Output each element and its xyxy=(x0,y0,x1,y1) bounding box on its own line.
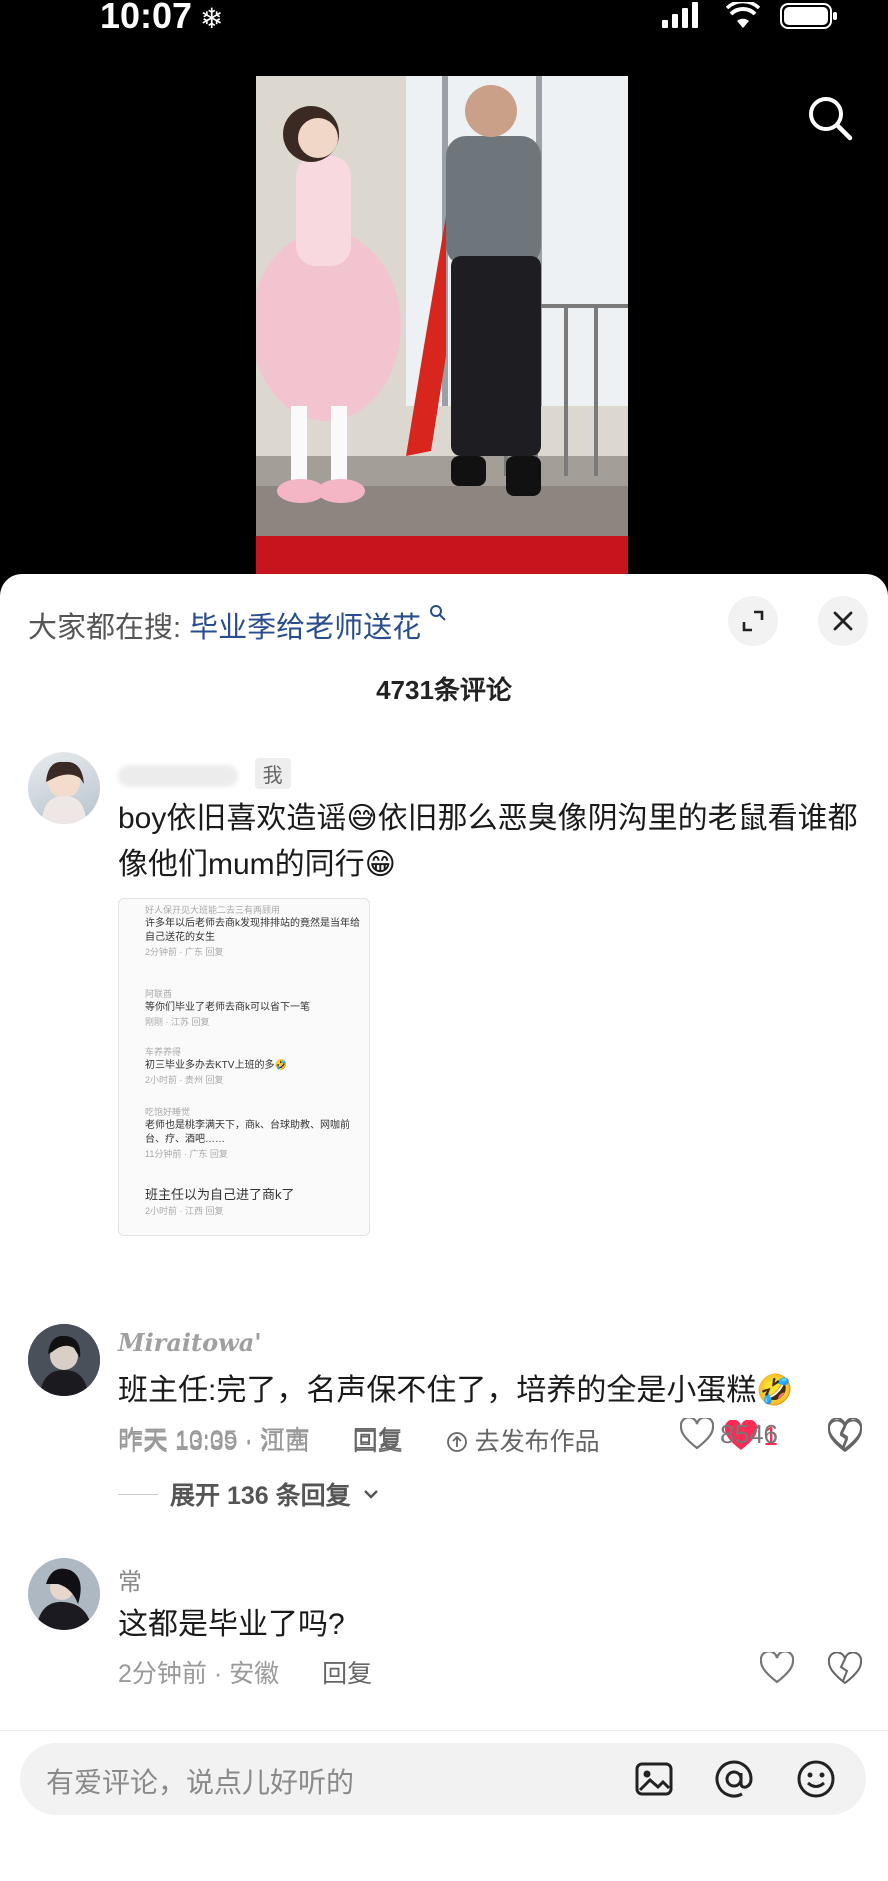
like-count: 8546 xyxy=(720,1418,778,1449)
comment-username[interactable]: Miraitowa' xyxy=(118,1328,262,1357)
comment-text[interactable]: 这都是毕业了吗? xyxy=(118,1602,858,1648)
comment-time-location: 昨天 10:05 · 河南 xyxy=(118,1426,310,1454)
comment-meta: 昨天 10:05 · 河南 回复 xyxy=(118,1420,403,1456)
reply-button[interactable]: 回复 xyxy=(353,1426,403,1454)
small-search-icon xyxy=(430,605,446,621)
close-icon xyxy=(833,611,853,631)
broken-heart-icon[interactable] xyxy=(828,1652,862,1686)
snowflake-icon: ❄ xyxy=(200,3,224,34)
chevron-down-icon xyxy=(363,1490,378,1499)
emoji-icon[interactable] xyxy=(794,1757,838,1801)
comment-username[interactable]: 我 xyxy=(118,758,291,789)
hot-search-keyword[interactable]: 毕业季给老师送花 xyxy=(189,612,421,644)
screenshot-row: 车养养得 初三毕业多办去KTV上班的多🤣 2小时前 · 贵州 回复 xyxy=(145,1047,287,1085)
status-icons xyxy=(662,2,838,30)
like-button[interactable]: 8546 xyxy=(680,1418,778,1450)
heart-icon xyxy=(760,1652,794,1684)
avatar[interactable] xyxy=(28,752,100,824)
screenshot-row: 吃饱好睡觉 老师也是桃李满天下，商k、台球助教、网咖前台、疗、酒吧…… 11分钟… xyxy=(145,1107,350,1159)
screenshot-row: 班主任以为自己进了商k了 2小时前 · 江西 回复 xyxy=(145,1187,295,1216)
screenshot-row: 阿联酋 等你们毕业了老师去商k可以省下一笔 刚刚 · 江苏 回复 xyxy=(145,989,310,1027)
hot-search-bar[interactable]: 大家都在搜: 毕业季给老师送花 xyxy=(28,604,447,646)
divider xyxy=(0,1730,888,1731)
avatar[interactable] xyxy=(28,1324,100,1396)
fullscreen-icon xyxy=(742,610,764,632)
expand-sheet-button[interactable] xyxy=(728,596,778,646)
video-frame-illustration xyxy=(256,76,628,581)
screenshot-row: 好人保开见大班能二去三有两顾用 许多年以后老师去商k发现排排站的竟然是当年给自己… xyxy=(145,905,360,957)
comment-count: 4731条评论 xyxy=(376,675,512,705)
comment-time-location: 2分钟前 · 安徽 xyxy=(118,1660,280,1688)
comment-sheet: 大家都在搜: 毕业季给老师送花 4731条评论 我 boy依旧喜欢造谣😅依旧那么… xyxy=(0,574,888,1881)
expand-replies-button[interactable]: 展开 136 条回复 xyxy=(118,1476,379,1512)
status-bar: 10:07 ❄ xyxy=(0,0,888,40)
comment-text[interactable]: 班主任:完了，名声保不住了，培养的全是小蛋糕🤣 xyxy=(118,1368,858,1414)
at-icon[interactable] xyxy=(712,1757,756,1801)
wifi-icon xyxy=(726,2,760,28)
blurred-username xyxy=(118,764,238,787)
comment-username[interactable]: 常 xyxy=(118,1562,142,1597)
comment-text[interactable]: boy依旧喜欢造谣😅依旧那么恶臭像阴沟里的老鼠看谁都像他们mum的同行😁 xyxy=(118,796,858,888)
image-icon[interactable] xyxy=(632,1757,676,1801)
me-badge: 我 xyxy=(254,758,291,789)
divider-line xyxy=(118,1493,158,1495)
video-player[interactable] xyxy=(256,76,628,581)
battery-icon xyxy=(780,3,837,29)
comment-input[interactable]: 有爱评论，说点儿好听的 xyxy=(20,1743,866,1815)
hot-search-prefix: 大家都在搜: xyxy=(28,612,182,644)
avatar-image xyxy=(28,1324,100,1396)
comment-meta: 2分钟前 · 安徽 回复 xyxy=(118,1654,372,1690)
expand-replies-label: 展开 136 条回复 xyxy=(170,1482,351,1510)
reply-button[interactable]: 回复 xyxy=(322,1660,372,1688)
avatar-image xyxy=(42,761,86,824)
avatar-image xyxy=(28,1558,100,1630)
heart-icon xyxy=(680,1418,715,1450)
avatar[interactable] xyxy=(28,1558,100,1630)
broken-heart-icon[interactable] xyxy=(828,1418,862,1452)
close-sheet-button[interactable] xyxy=(818,596,868,646)
comment-image[interactable]: 好人保开见大班能二去三有两顾用 许多年以后老师去商k发现排排站的竟然是当年给自己… xyxy=(118,898,370,1236)
comment-input-placeholder: 有爱评论，说点儿好听的 xyxy=(46,1767,355,1798)
comment-item: 常 这都是毕业了吗? 2分钟前 · 安徽 回复 xyxy=(0,1558,888,1718)
signal-icon xyxy=(662,2,698,28)
comment-item: Miraitowa' 班主任:完了，名声保不住了，培养的全是小蛋糕🤣 昨天 10… xyxy=(0,1324,888,1524)
like-button[interactable] xyxy=(760,1652,794,1684)
status-time: 10:07 xyxy=(100,0,193,36)
search-icon[interactable] xyxy=(806,94,854,142)
